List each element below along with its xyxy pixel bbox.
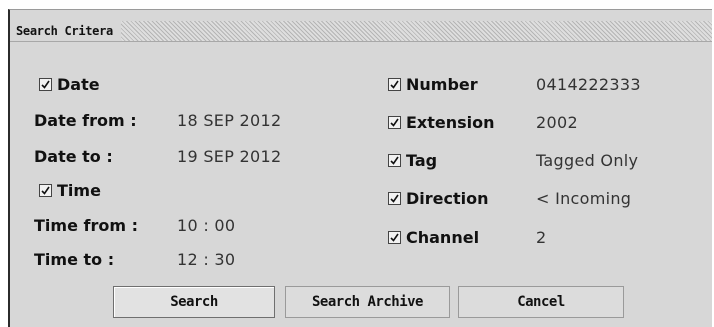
extension-label: Extension [406,113,495,132]
date-from-value[interactable]: 18 SEP 2012 [177,111,281,130]
direction-checkbox-row[interactable]: Direction [388,189,489,208]
tag-label: Tag [406,151,438,170]
date-checkbox-row[interactable]: Date [39,75,100,94]
time-to-label: Time to : [34,250,115,269]
number-label: Number [406,75,478,94]
time-to-value[interactable]: 12 : 30 [177,250,235,269]
date-to-label: Date to : [34,147,113,166]
channel-checkbox[interactable] [388,231,401,244]
time-checkbox-label: Time [57,181,101,200]
panel-title: Search Critera [10,21,121,41]
tag-checkbox[interactable] [388,154,401,167]
direction-checkbox[interactable] [388,192,401,205]
channel-label: Channel [406,228,480,247]
search-archive-button[interactable]: Search Archive [285,286,450,318]
panel-title-bar: Search Critera [10,21,712,42]
number-checkbox[interactable] [388,78,401,91]
extension-value[interactable]: 2002 [536,113,578,132]
date-checkbox[interactable] [39,78,52,91]
number-value[interactable]: 0414222333 [536,75,641,94]
channel-checkbox-row[interactable]: Channel [388,228,479,247]
time-from-value[interactable]: 10 : 00 [177,216,235,235]
number-checkbox-row[interactable]: Number [388,75,478,94]
tag-checkbox-row[interactable]: Tag [388,151,437,170]
cancel-button[interactable]: Cancel [458,286,624,318]
channel-value[interactable]: 2 [536,228,546,247]
extension-checkbox[interactable] [388,116,401,129]
extension-checkbox-row[interactable]: Extension [388,113,495,132]
time-checkbox[interactable] [39,184,52,197]
date-from-label: Date from : [34,111,137,130]
direction-label: Direction [406,189,489,208]
direction-value[interactable]: < Incoming [536,189,631,208]
tag-value[interactable]: Tagged Only [536,151,638,170]
time-from-label: Time from : [34,216,138,235]
date-checkbox-label: Date [57,75,100,94]
search-button[interactable]: Search [113,286,275,318]
time-checkbox-row[interactable]: Time [39,181,101,200]
date-to-value[interactable]: 19 SEP 2012 [177,147,281,166]
